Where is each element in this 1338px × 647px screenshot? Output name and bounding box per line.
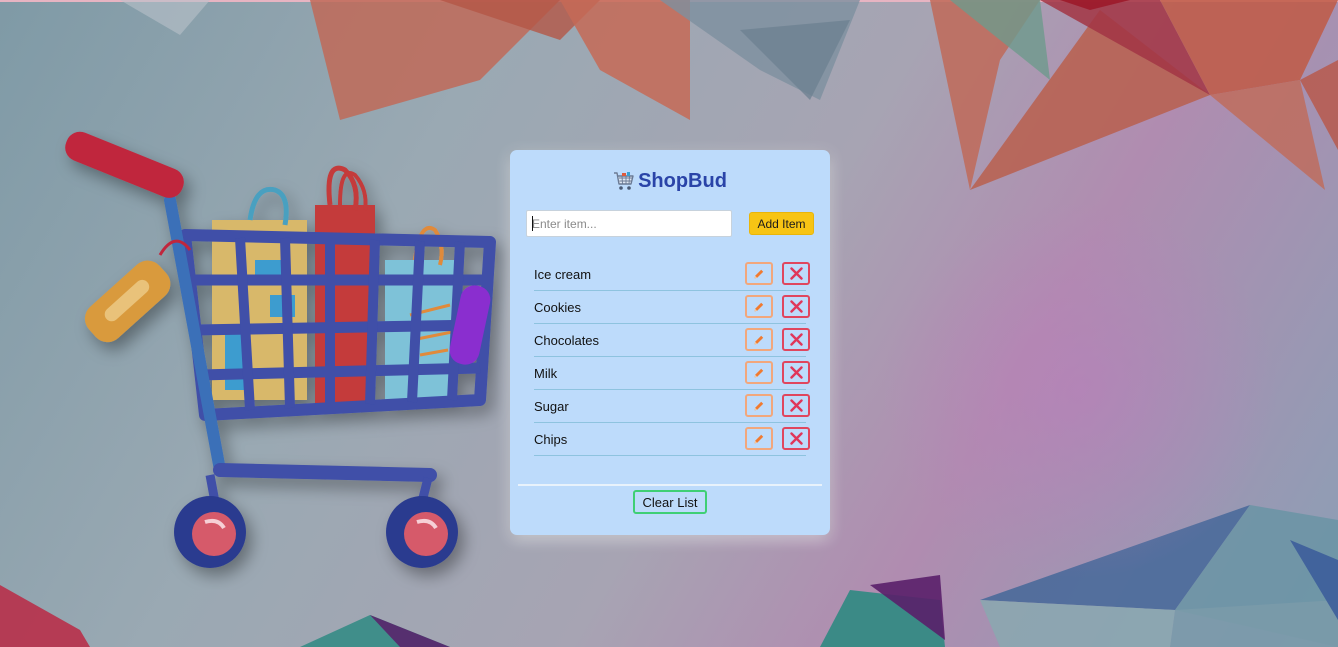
close-x-icon: [789, 333, 803, 346]
close-x-icon: [789, 267, 803, 280]
edit-button[interactable]: [745, 328, 773, 351]
edit-button[interactable]: [745, 262, 773, 285]
shopping-list: Ice cream Cookies Chocolates Milk Sugar …: [534, 258, 810, 456]
item-input[interactable]: [526, 210, 732, 237]
shopping-cart-illustration: [65, 131, 496, 568]
shopping-list-card: ShopBud Add Item Ice cream Cookies: [510, 150, 830, 535]
close-x-icon: [789, 432, 803, 445]
item-label: Cookies: [534, 300, 581, 315]
list-item: Chocolates: [534, 324, 810, 357]
list-item: Milk: [534, 357, 810, 390]
clear-list-button[interactable]: Clear List: [633, 490, 707, 514]
close-x-icon: [789, 399, 803, 412]
pencil-icon: [754, 335, 764, 344]
delete-button[interactable]: [782, 394, 810, 417]
background-glow: [880, 200, 1280, 580]
pencil-icon: [754, 401, 764, 410]
close-x-icon: [789, 366, 803, 379]
edit-button[interactable]: [745, 427, 773, 450]
close-x-icon: [789, 300, 803, 313]
delete-button[interactable]: [782, 328, 810, 351]
delete-button[interactable]: [782, 295, 810, 318]
page-background: ShopBud Add Item Ice cream Cookies: [0, 0, 1338, 647]
edit-button[interactable]: [745, 295, 773, 318]
pencil-icon: [754, 368, 764, 377]
text-caret: [532, 216, 533, 231]
app-title: ShopBud: [638, 169, 727, 192]
item-label: Sugar: [534, 399, 569, 414]
edit-button[interactable]: [745, 394, 773, 417]
delete-button[interactable]: [782, 361, 810, 384]
item-label: Milk: [534, 366, 558, 381]
list-item: Cookies: [534, 291, 810, 324]
item-label: Chips: [534, 432, 568, 447]
list-item: Sugar: [534, 390, 810, 423]
pencil-icon: [754, 302, 764, 311]
list-item: Ice cream: [534, 258, 810, 291]
item-label: Ice cream: [534, 267, 592, 282]
shopping-cart-icon: [614, 172, 634, 190]
list-item: Chips: [534, 423, 810, 456]
pencil-icon: [754, 269, 764, 278]
delete-button[interactable]: [782, 427, 810, 450]
edit-button[interactable]: [745, 361, 773, 384]
delete-button[interactable]: [782, 262, 810, 285]
footer-divider: [518, 484, 822, 486]
add-item-button[interactable]: Add Item: [749, 212, 814, 235]
pencil-icon: [754, 434, 764, 443]
app-header: ShopBud: [510, 168, 830, 194]
item-label: Chocolates: [534, 333, 600, 348]
